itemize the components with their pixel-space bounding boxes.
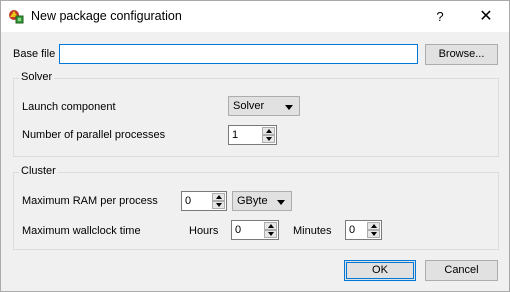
- help-button[interactable]: ?: [417, 1, 463, 32]
- spin-down-icon[interactable]: [367, 230, 380, 238]
- launch-component-label: Launch component: [22, 101, 116, 113]
- help-icon: ?: [436, 9, 444, 24]
- ram-unit-select[interactable]: GByte: [232, 191, 292, 211]
- ram-unit-value: GByte: [237, 195, 268, 207]
- parallel-processes-label: Number of parallel processes: [22, 129, 166, 141]
- dialog-window: New package configuration ? ✕ Base file …: [0, 0, 510, 292]
- parallel-processes-value: 1: [232, 129, 239, 141]
- ok-label: OK: [372, 264, 388, 276]
- hours-label: Hours: [189, 225, 219, 237]
- chevron-down-icon: [285, 105, 293, 110]
- max-ram-spinbox[interactable]: 0: [181, 191, 227, 211]
- spin-buttons: [264, 222, 277, 238]
- spin-up-icon[interactable]: [262, 127, 275, 135]
- spin-buttons: [367, 222, 380, 238]
- browse-button[interactable]: Browse...: [425, 44, 498, 65]
- title-bar: New package configuration ? ✕: [1, 1, 509, 32]
- spin-buttons: [262, 127, 275, 143]
- spin-down-icon[interactable]: [264, 230, 277, 238]
- base-file-input[interactable]: [59, 44, 418, 64]
- minutes-spinbox[interactable]: 0: [345, 220, 382, 240]
- spin-buttons: [212, 193, 225, 209]
- max-ram-value: 0: [185, 195, 192, 207]
- solver-group-title: Solver: [19, 71, 55, 83]
- max-ram-label: Maximum RAM per process: [22, 195, 158, 207]
- parallel-processes-spinbox[interactable]: 1: [228, 125, 277, 145]
- hours-spinbox[interactable]: 0: [231, 220, 279, 240]
- cancel-label: Cancel: [444, 264, 479, 276]
- spin-up-icon[interactable]: [367, 222, 380, 230]
- window-title: New package configuration: [31, 9, 182, 23]
- cancel-button[interactable]: Cancel: [425, 260, 498, 281]
- spin-down-icon[interactable]: [212, 201, 225, 209]
- launch-component-value: Solver: [233, 100, 265, 112]
- base-file-label: Base file: [13, 48, 56, 60]
- cluster-group-title: Cluster: [19, 165, 58, 177]
- spin-up-icon[interactable]: [212, 193, 225, 201]
- chevron-down-icon: [277, 200, 285, 205]
- hours-value: 0: [235, 224, 242, 236]
- package-icon: [8, 8, 24, 24]
- ok-button[interactable]: OK: [344, 260, 416, 281]
- launch-component-select[interactable]: Solver: [228, 96, 300, 116]
- max-wallclock-label: Maximum wallclock time: [22, 225, 141, 237]
- spin-down-icon[interactable]: [262, 135, 275, 143]
- solver-group: [13, 78, 499, 157]
- spin-up-icon[interactable]: [264, 222, 277, 230]
- close-icon: ✕: [479, 8, 493, 25]
- minutes-label: Minutes: [293, 225, 332, 237]
- close-button[interactable]: ✕: [463, 1, 509, 32]
- minutes-value: 0: [349, 224, 356, 236]
- browse-label: Browse...: [438, 48, 485, 60]
